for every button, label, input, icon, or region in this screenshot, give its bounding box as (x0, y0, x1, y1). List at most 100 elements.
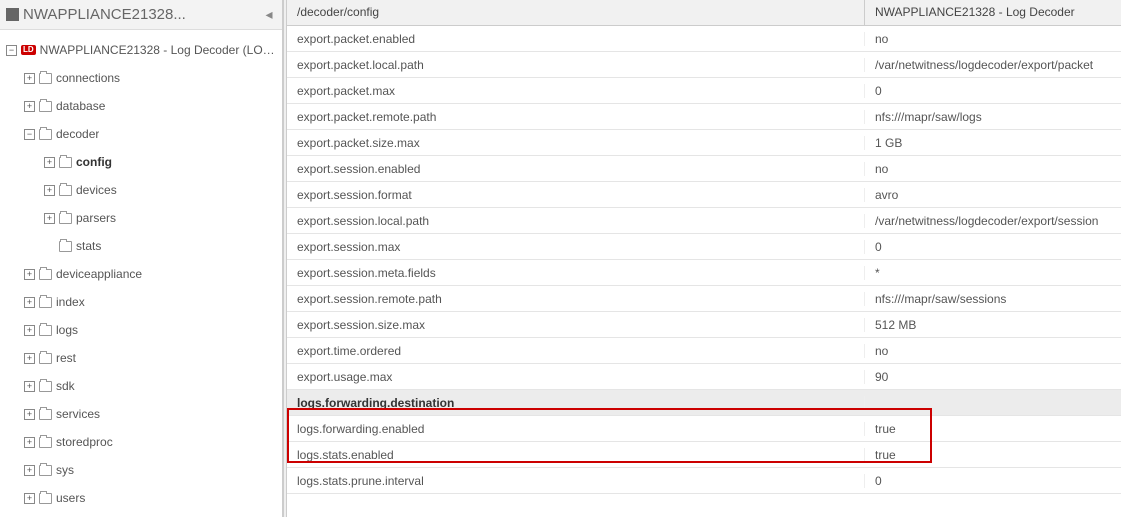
sidebar: NWAPPLIANCE21328... ◂ − LD NWAPPLIANCE21… (0, 0, 283, 517)
toggle-icon[interactable]: − (24, 129, 35, 140)
toggle-icon[interactable]: + (24, 297, 35, 308)
config-row[interactable]: export.packet.remote.pathnfs:///mapr/saw… (287, 104, 1121, 130)
tree-node-label: stats (76, 239, 101, 253)
tree: − LD NWAPPLIANCE21328 - Log Decoder (LOG… (0, 30, 282, 512)
config-row[interactable]: logs.stats.enabledtrue (287, 442, 1121, 468)
config-row[interactable]: logs.stats.prune.interval0 (287, 468, 1121, 494)
toggle-icon[interactable]: + (24, 493, 35, 504)
config-key: export.packet.remote.path (287, 110, 865, 124)
config-value[interactable]: 1 GB (865, 136, 1121, 150)
tree-node-label: parsers (76, 211, 116, 225)
tree-node-deviceappliance[interactable]: +deviceappliance (0, 260, 282, 288)
config-row[interactable]: export.session.local.path/var/netwitness… (287, 208, 1121, 234)
config-row[interactable]: export.session.max0 (287, 234, 1121, 260)
config-value[interactable]: /var/netwitness/logdecoder/export/sessio… (865, 214, 1121, 228)
tree-root-label: NWAPPLIANCE21328 - Log Decoder (LOG_... (40, 43, 282, 57)
config-row[interactable]: export.packet.enabledno (287, 26, 1121, 52)
config-value[interactable]: avro (865, 188, 1121, 202)
config-row[interactable]: export.session.meta.fields* (287, 260, 1121, 286)
config-row[interactable]: logs.forwarding.enabledtrue (287, 416, 1121, 442)
toggle-icon[interactable]: + (24, 101, 35, 112)
tree-node-database[interactable]: + database (0, 92, 282, 120)
config-value[interactable]: * (865, 266, 1121, 280)
config-value[interactable]: true (865, 422, 1121, 436)
config-row[interactable]: export.session.enabledno (287, 156, 1121, 182)
config-value[interactable]: true (865, 448, 1121, 462)
toggle-icon[interactable]: + (24, 353, 35, 364)
tree-node-decoder[interactable]: − decoder (0, 120, 282, 148)
config-key: export.packet.size.max (287, 136, 865, 150)
config-value[interactable]: 90 (865, 370, 1121, 384)
config-value[interactable]: 512 MB (865, 318, 1121, 332)
folder-icon (39, 437, 52, 448)
config-row[interactable]: export.session.remote.pathnfs:///mapr/sa… (287, 286, 1121, 312)
tree-node-label: decoder (56, 127, 99, 141)
tree-node-parsers[interactable]: + parsers (0, 204, 282, 232)
config-value[interactable]: no (865, 344, 1121, 358)
config-key: export.usage.max (287, 370, 865, 384)
config-row[interactable]: export.session.formatavro (287, 182, 1121, 208)
tree-node-stats[interactable]: stats (0, 232, 282, 260)
toggle-icon[interactable]: − (6, 45, 17, 56)
config-value[interactable]: no (865, 162, 1121, 176)
tree-node-config[interactable]: + config (0, 148, 282, 176)
config-row[interactable]: export.packet.max0 (287, 78, 1121, 104)
column-header-source[interactable]: NWAPPLIANCE21328 - Log Decoder (865, 0, 1121, 25)
toggle-icon[interactable]: + (24, 409, 35, 420)
config-value[interactable]: nfs:///mapr/saw/logs (865, 110, 1121, 124)
toggle-icon[interactable]: + (44, 157, 55, 168)
tree-node-sdk[interactable]: + sdk (0, 372, 282, 400)
folder-icon (59, 157, 72, 168)
tree-node-label: index (56, 295, 85, 309)
config-value[interactable]: 0 (865, 84, 1121, 98)
column-header-path[interactable]: /decoder/config (287, 0, 865, 25)
tree-root[interactable]: − LD NWAPPLIANCE21328 - Log Decoder (LOG… (0, 36, 282, 64)
folder-icon (39, 409, 52, 420)
config-value[interactable]: 0 (865, 240, 1121, 254)
folder-icon (59, 241, 72, 252)
config-row[interactable]: export.session.size.max512 MB (287, 312, 1121, 338)
config-key: export.time.ordered (287, 344, 865, 358)
folder-icon (39, 353, 52, 364)
toggle-icon[interactable]: + (24, 437, 35, 448)
toggle-icon[interactable]: + (24, 73, 35, 84)
tree-node-label: config (76, 155, 112, 169)
tree-node-users[interactable]: +users (0, 484, 282, 512)
toggle-icon[interactable]: + (44, 185, 55, 196)
config-row[interactable]: logs.forwarding.destination (287, 390, 1121, 416)
tree-node-storedproc[interactable]: +storedproc (0, 428, 282, 456)
folder-icon (39, 381, 52, 392)
config-row[interactable]: export.packet.local.path/var/netwitness/… (287, 52, 1121, 78)
toggle-icon[interactable]: + (44, 213, 55, 224)
tree-node-logs[interactable]: + logs (0, 316, 282, 344)
config-value[interactable]: /var/netwitness/logdecoder/export/packet (865, 58, 1121, 72)
tree-node-label: devices (76, 183, 117, 197)
config-row[interactable]: export.usage.max90 (287, 364, 1121, 390)
toggle-icon[interactable]: + (24, 465, 35, 476)
tree-node-label: database (56, 99, 105, 113)
tree-node-label: logs (56, 323, 78, 337)
sidebar-header: NWAPPLIANCE21328... ◂ (0, 0, 282, 30)
tree-node-devices[interactable]: + devices (0, 176, 282, 204)
collapse-icon[interactable]: ◂ (262, 6, 276, 23)
toggle-icon[interactable]: + (24, 269, 35, 280)
config-key: logs.stats.enabled (287, 448, 865, 462)
tree-node-index[interactable]: + index (0, 288, 282, 316)
tree-node-label: sdk (56, 379, 75, 393)
config-value[interactable]: no (865, 32, 1121, 46)
folder-icon (39, 129, 52, 140)
toggle-icon[interactable]: + (24, 325, 35, 336)
toggle-icon[interactable]: + (24, 381, 35, 392)
config-value[interactable]: nfs:///mapr/saw/sessions (865, 292, 1121, 306)
config-row[interactable]: export.packet.size.max1 GB (287, 130, 1121, 156)
tree-node-services[interactable]: + services (0, 400, 282, 428)
config-value[interactable]: 0 (865, 474, 1121, 488)
folder-icon (39, 325, 52, 336)
tree-node-connections[interactable]: + connections (0, 64, 282, 92)
tree-node-sys[interactable]: +sys (0, 456, 282, 484)
config-key: export.packet.max (287, 84, 865, 98)
tree-node-label: connections (56, 71, 120, 85)
tree-node-rest[interactable]: +rest (0, 344, 282, 372)
tree-node-label: services (56, 407, 100, 421)
config-row[interactable]: export.time.orderedno (287, 338, 1121, 364)
